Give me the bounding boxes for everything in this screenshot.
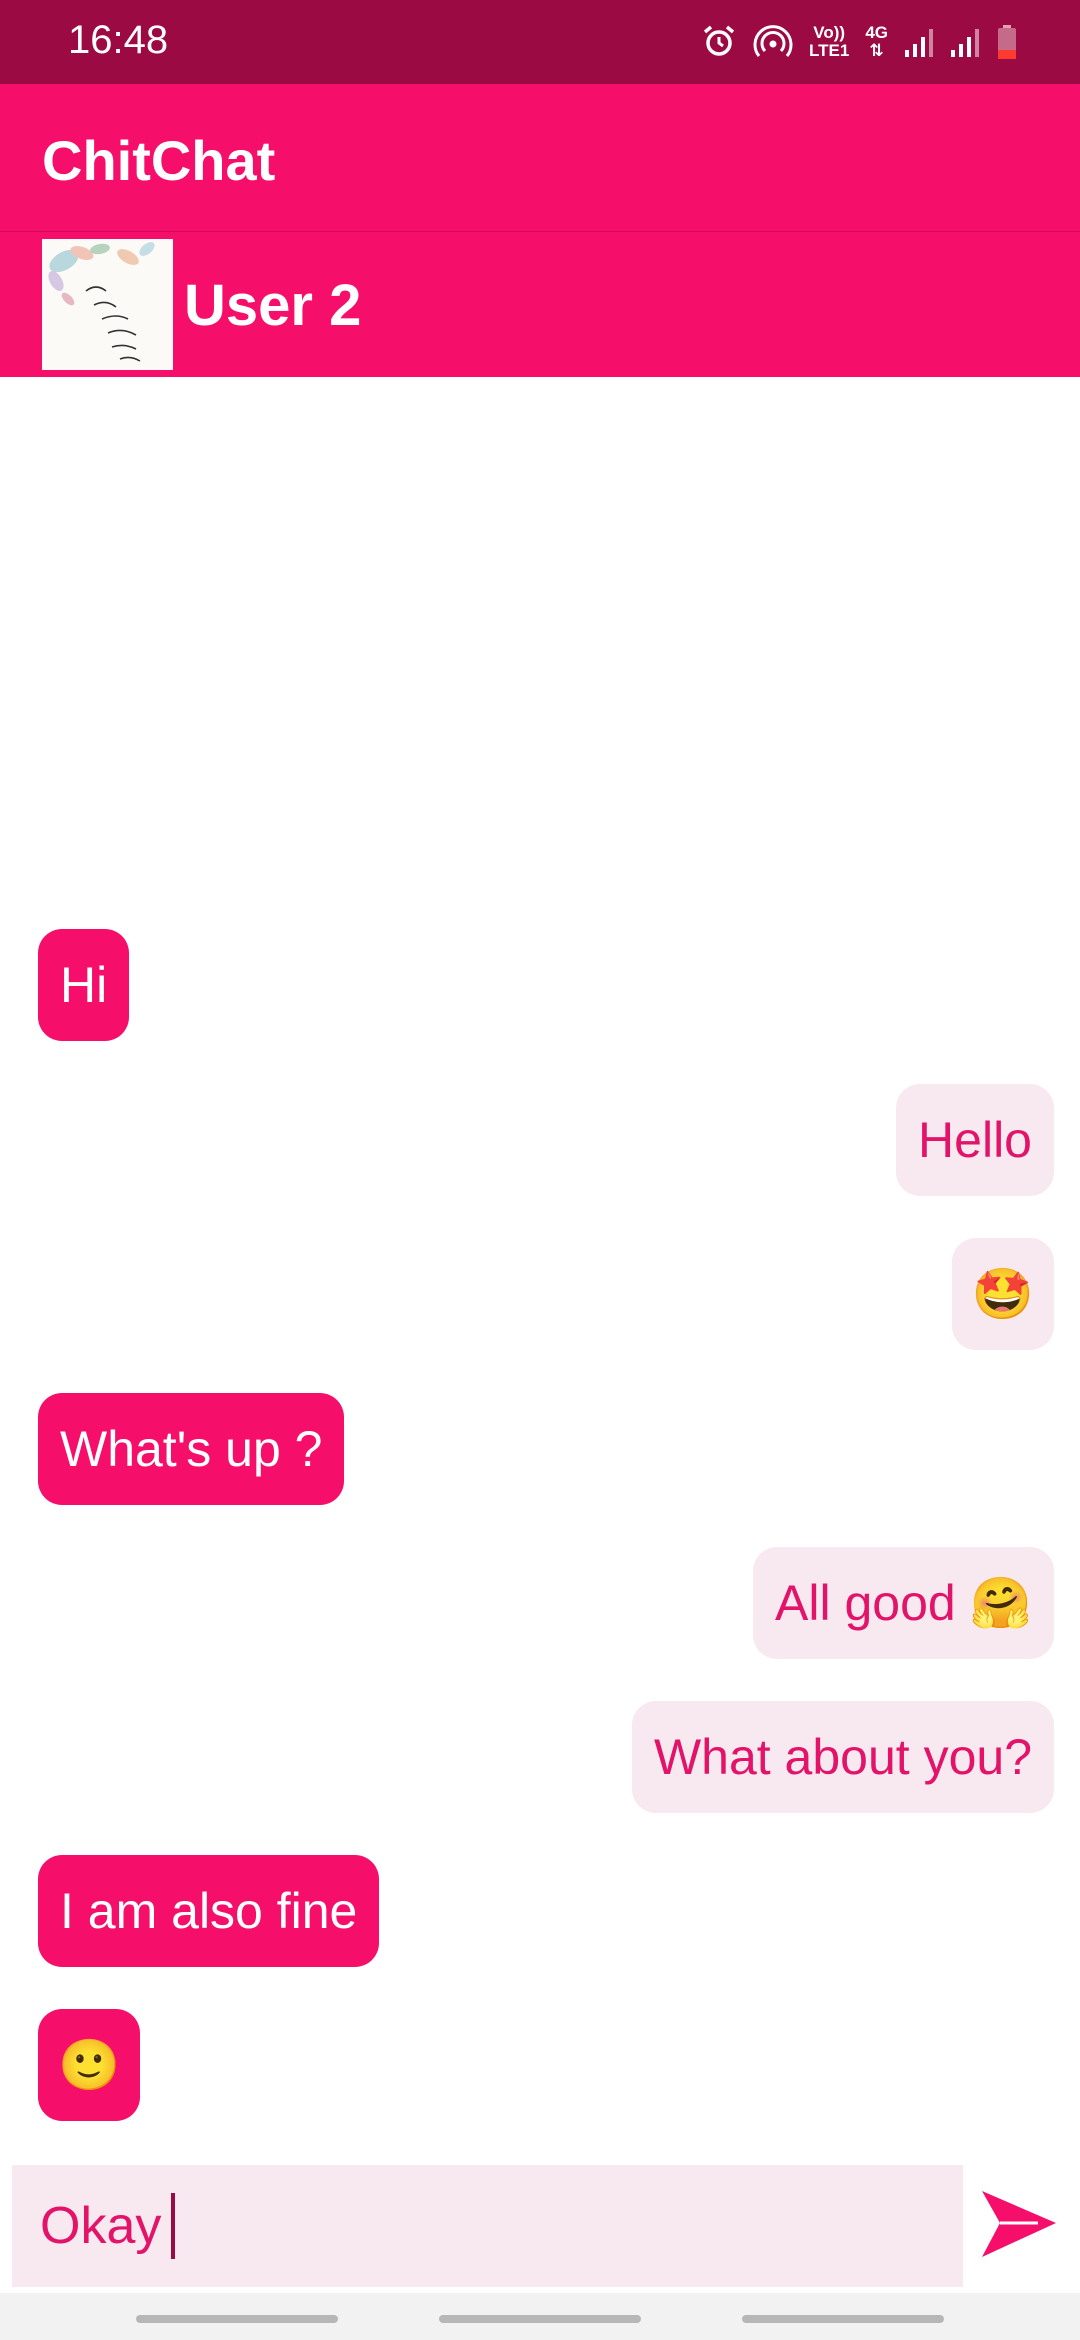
- message-input[interactable]: Okay: [12, 2165, 963, 2287]
- message-bubble-sent[interactable]: 🤩: [951, 1238, 1054, 1350]
- message-text: I am also fine: [60, 1883, 358, 1939]
- lte-label: LTE1: [809, 41, 850, 60]
- volte-label: Vo)): [813, 23, 846, 42]
- message-text: What about you?: [653, 1729, 1032, 1785]
- message-text: All good: [775, 1575, 956, 1631]
- app-bar: ChitChat: [0, 84, 1080, 232]
- network-4g-icon: 4G ⇅: [865, 24, 888, 60]
- system-navigation-bar: [0, 2293, 1080, 2340]
- message-bubble-received[interactable]: What's up ?: [38, 1393, 345, 1505]
- status-time: 16:48: [68, 18, 169, 62]
- star-struck-emoji-icon: 🤩: [971, 1265, 1034, 1322]
- message-bubble-sent[interactable]: What about you?: [631, 1701, 1054, 1813]
- send-button[interactable]: [970, 2175, 1066, 2271]
- battery-low-icon: [996, 24, 1018, 60]
- message-bubble-received[interactable]: I am also fine: [38, 1855, 380, 1967]
- message-input-value: Okay: [40, 2197, 162, 2255]
- nav-home-button[interactable]: [439, 2315, 641, 2323]
- status-bar: 16:48 Vo)) LTE1 4G ⇅: [0, 0, 1080, 84]
- message-text: What's up ?: [60, 1421, 323, 1477]
- nav-back-button[interactable]: [742, 2315, 944, 2323]
- hugging-emoji-icon: 🤗: [969, 1574, 1032, 1631]
- message-list[interactable]: Hi Hello 🤩 What's up ? All good 🤗 What a…: [0, 377, 1080, 2165]
- text-cursor: [171, 2193, 176, 2259]
- message-text: Hello: [918, 1112, 1032, 1168]
- message-bubble-sent[interactable]: Hello: [896, 1084, 1054, 1196]
- contact-name: User 2: [184, 273, 362, 338]
- signal-icon: [950, 26, 980, 58]
- app-title: ChitChat: [42, 129, 276, 192]
- avatar[interactable]: [42, 239, 173, 370]
- volte-icon: Vo)) LTE1: [809, 24, 849, 60]
- chat-screen: 16:48 Vo)) LTE1 4G ⇅ ChitChat User 2 Hi …: [0, 0, 1080, 2340]
- signal-icon: [904, 26, 934, 58]
- nav-recents-button[interactable]: [136, 2315, 338, 2323]
- profile-picture-icon: [42, 239, 173, 370]
- send-icon: [982, 2191, 1056, 2257]
- hotspot-icon: [753, 24, 793, 60]
- network-type-label: 4G: [865, 23, 888, 42]
- message-bubble-sent[interactable]: All good 🤗: [753, 1547, 1054, 1659]
- status-icons: Vo)) LTE1 4G ⇅: [701, 18, 1018, 66]
- message-composer: Okay: [0, 2165, 1080, 2293]
- message-bubble-received[interactable]: 🙂: [38, 2009, 141, 2121]
- message-text: Hi: [60, 957, 108, 1013]
- chat-header[interactable]: User 2: [0, 232, 1080, 377]
- alarm-icon: [701, 24, 737, 60]
- message-bubble-received[interactable]: Hi: [38, 929, 130, 1041]
- data-arrows-icon: ⇅: [869, 41, 884, 60]
- smiling-face-emoji-icon: 🙂: [58, 2036, 121, 2093]
